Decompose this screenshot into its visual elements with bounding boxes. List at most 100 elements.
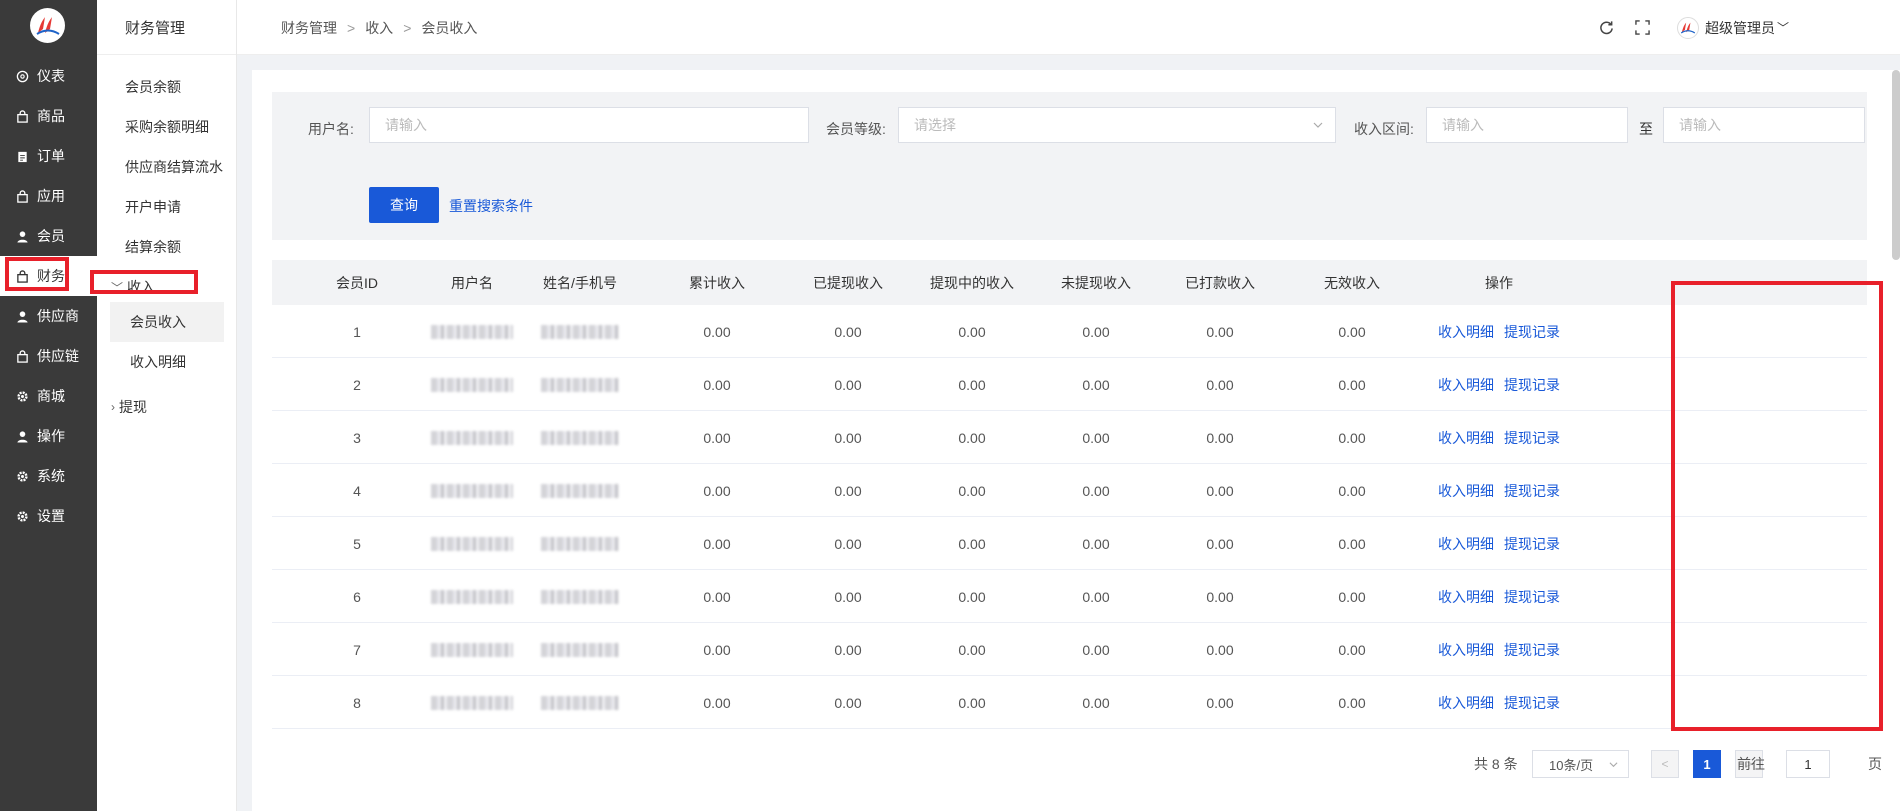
income-detail-link[interactable]: 收入明细 — [1438, 587, 1494, 607]
total-income-cell: 0.00 — [703, 482, 731, 499]
subnav-item-income-detail[interactable]: 收入明细 — [97, 342, 237, 382]
table-row: 7 0.00 0.00 0.00 0.00 0.00 0.00 收入明细 提现记录 — [272, 623, 1867, 676]
nav-item[interactable]: 设置 — [0, 496, 97, 536]
withdrawn-income-cell: 0.00 — [834, 641, 862, 658]
refresh-icon[interactable] — [1596, 17, 1616, 37]
level-select[interactable]: 请选择 — [898, 107, 1336, 143]
reset-search-link[interactable]: 重置搜索条件 — [449, 196, 533, 216]
breadcrumb-item[interactable]: 财务管理 — [281, 18, 337, 38]
actions-cell: 收入明细 提现记录 — [1433, 358, 1565, 411]
subnav-item-account-application[interactable]: 开户申请 — [97, 187, 237, 227]
withdraw-record-link[interactable]: 提现记录 — [1504, 693, 1560, 713]
withdrawing-income-cell: 0.00 — [958, 323, 986, 340]
chevron-down-icon: ﹀ — [1777, 21, 1790, 35]
member-id-cell: 5 — [353, 535, 361, 552]
not-withdrawn-income-cell: 0.00 — [1082, 429, 1110, 446]
table-row: 1 0.00 0.00 0.00 0.00 0.00 0.00 收入明细 提现记录 — [272, 305, 1867, 358]
name-phone-cell-redacted — [541, 570, 619, 623]
chevron-down-icon — [1313, 122, 1323, 128]
prev-page-button[interactable]: < — [1651, 750, 1679, 778]
range-from-input[interactable]: 请输入 — [1426, 107, 1628, 143]
nav-item-label: 会员 — [37, 228, 65, 244]
user-menu[interactable]: 超级管理员 ﹀ — [1677, 0, 1789, 55]
nav-item[interactable]: 会员 — [0, 216, 97, 256]
table-header: 会员ID 用户名 姓名/手机号 累计收入 已提现收入 提现中的收入 未提现收入 已打款收入 无效… — [272, 260, 1867, 305]
income-detail-link[interactable]: 收入明细 — [1438, 640, 1494, 660]
username-input[interactable]: 请输入 — [369, 107, 809, 143]
invalid-income-cell: 0.00 — [1338, 482, 1366, 499]
total-income-cell: 0.00 — [703, 429, 731, 446]
nav-item[interactable]: 系统 — [0, 456, 97, 496]
page-size-select[interactable]: 10条/页 — [1532, 750, 1629, 778]
column-header: 提现中的收入 — [930, 274, 1014, 291]
nav-item[interactable]: 仪表 — [0, 56, 97, 96]
name-phone-cell-redacted — [541, 676, 619, 729]
username-cell-redacted — [431, 411, 513, 464]
withdraw-record-link[interactable]: 提现记录 — [1504, 481, 1560, 501]
logo[interactable] — [30, 8, 65, 43]
subnav-item-supplier-settlement[interactable]: 供应商结算流水 — [97, 147, 237, 187]
income-detail-link[interactable]: 收入明细 — [1438, 375, 1494, 395]
breadcrumb-item[interactable]: 收入 — [365, 18, 393, 38]
table-row: 3 0.00 0.00 0.00 0.00 0.00 0.00 收入明细 提现记录 — [272, 411, 1867, 464]
range-to-input[interactable]: 请输入 — [1663, 107, 1865, 143]
subnav-item-member-balance[interactable]: 会员余额 — [97, 67, 237, 107]
subnav-item-settlement-balance[interactable]: 结算余额 — [97, 227, 237, 267]
total-income-cell: 0.00 — [703, 323, 731, 340]
nav-item[interactable]: 供应链 — [0, 336, 97, 376]
nav-item[interactable]: 商品 — [0, 96, 97, 136]
income-detail-link[interactable]: 收入明细 — [1438, 322, 1494, 342]
invalid-income-cell: 0.00 — [1338, 588, 1366, 605]
member-id-cell: 8 — [353, 694, 361, 711]
invalid-income-cell: 0.00 — [1338, 535, 1366, 552]
gear-icon — [15, 469, 29, 483]
member-id-cell: 4 — [353, 482, 361, 499]
withdraw-record-link[interactable]: 提现记录 — [1504, 587, 1560, 607]
content-card: 用户名: 请输入 会员等级: 请选择 收入区间: 请输入 至 请输入 查询 重置… — [252, 70, 1900, 811]
income-detail-link[interactable]: 收入明细 — [1438, 481, 1494, 501]
nav-item-label: 财务 — [37, 268, 65, 284]
income-detail-link[interactable]: 收入明细 — [1438, 534, 1494, 554]
sub-nav: 财务管理 会员余额 采购余额明细 供应商结算流水 开户申请 结算余额 ﹀ 收入 … — [97, 0, 237, 811]
income-detail-link[interactable]: 收入明细 — [1438, 693, 1494, 713]
withdraw-record-link[interactable]: 提现记录 — [1504, 375, 1560, 395]
subnav-group-withdraw[interactable]: › 提现 — [97, 387, 237, 427]
user-icon — [15, 429, 29, 443]
nav-item[interactable]: 供应商 — [0, 296, 97, 336]
column-header: 操作 — [1485, 274, 1513, 291]
nav-item[interactable]: 商城 — [0, 376, 97, 416]
subnav-item-purchase-balance-detail[interactable]: 采购余额明细 — [97, 107, 237, 147]
withdraw-record-link[interactable]: 提现记录 — [1504, 640, 1560, 660]
nav-item[interactable]: 应用 — [0, 176, 97, 216]
income-detail-link[interactable]: 收入明细 — [1438, 428, 1494, 448]
withdrawn-income-cell: 0.00 — [834, 482, 862, 499]
nav-item-label: 商城 — [37, 388, 65, 404]
nav-item[interactable]: 财务 — [0, 256, 97, 296]
column-header: 已打款收入 — [1185, 274, 1255, 291]
withdrawn-income-cell: 0.00 — [834, 588, 862, 605]
name-phone-cell-redacted — [541, 517, 619, 570]
name-phone-cell-redacted — [541, 358, 619, 411]
nav-item[interactable]: 操作 — [0, 416, 97, 456]
withdraw-record-link[interactable]: 提现记录 — [1504, 428, 1560, 448]
scrollbar[interactable] — [1892, 70, 1900, 260]
subnav-item-member-income[interactable]: 会员收入 — [110, 302, 224, 342]
actions-cell: 收入明细 提现记录 — [1433, 305, 1565, 358]
fullscreen-icon[interactable] — [1632, 17, 1652, 37]
query-button[interactable]: 查询 — [369, 187, 439, 223]
page-number-current[interactable]: 1 — [1693, 750, 1721, 778]
withdrawing-income-cell: 0.00 — [958, 694, 986, 711]
nav-item-label: 设置 — [37, 508, 65, 524]
name-phone-cell-redacted — [541, 623, 619, 676]
total-income-cell: 0.00 — [703, 694, 731, 711]
goto-page-input[interactable]: 1 — [1786, 750, 1830, 778]
nav-item[interactable]: 订单 — [0, 136, 97, 176]
range-separator: 至 — [1639, 121, 1653, 137]
subnav-group-income[interactable]: ﹀ 收入 — [97, 267, 237, 307]
withdraw-record-link[interactable]: 提现记录 — [1504, 322, 1560, 342]
withdraw-record-link[interactable]: 提现记录 — [1504, 534, 1560, 554]
nav-item-label: 商品 — [37, 108, 65, 124]
page-suffix: 页 — [1868, 756, 1882, 772]
invalid-income-cell: 0.00 — [1338, 376, 1366, 393]
table-row: 2 0.00 0.00 0.00 0.00 0.00 0.00 收入明细 提现记录 — [272, 358, 1867, 411]
